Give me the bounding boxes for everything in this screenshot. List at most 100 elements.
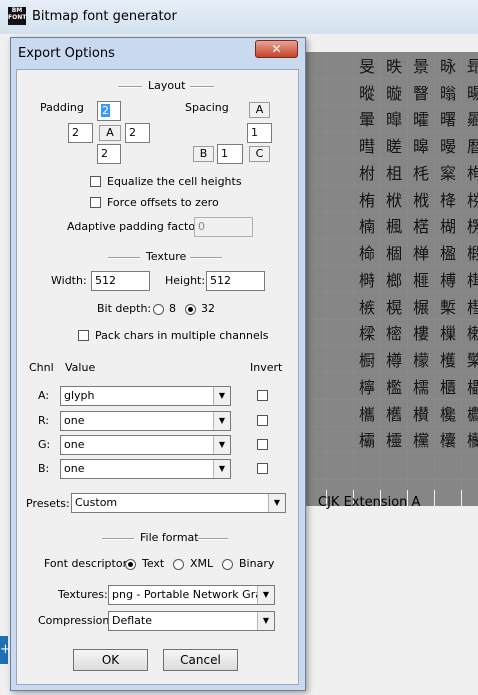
textures-select[interactable]: png - Portable Network Graphics ▼ [108, 585, 275, 605]
glyph-cell[interactable]: 暈 [354, 105, 380, 132]
expand-handle[interactable]: + [0, 636, 11, 664]
channel-b-select[interactable]: one ▼ [60, 459, 231, 479]
glyph-cell[interactable]: 柎 [354, 159, 380, 185]
glyph-cell[interactable]: 栯 [354, 185, 380, 212]
glyph-cell[interactable] [327, 319, 353, 346]
glyph-cell[interactable] [435, 480, 461, 506]
glyph-cell[interactable] [327, 239, 353, 265]
descriptor-xml-radio[interactable] [173, 559, 184, 570]
close-button[interactable]: ✕ [255, 40, 298, 58]
glyph-cell[interactable]: 柤 [381, 159, 407, 185]
glyph-cell[interactable]: 曤 [408, 105, 434, 132]
channel-r-select[interactable]: one ▼ [60, 411, 231, 431]
channel-a-select[interactable]: glyph ▼ [60, 386, 231, 406]
channel-g-select[interactable]: one ▼ [60, 435, 231, 455]
glyph-cell[interactable]: 椧 [354, 239, 380, 265]
glyph-cell[interactable]: 櫕 [408, 399, 434, 426]
glyph-cell[interactable]: 昳 [381, 52, 407, 78]
glyph-cell[interactable]: 楛 [408, 212, 434, 239]
glyph-cell[interactable] [462, 480, 478, 506]
glyph-cell[interactable]: 景 [408, 52, 434, 78]
glyph-cell[interactable]: 瞖 [408, 78, 434, 105]
glyph-cell[interactable]: 暳 [354, 132, 380, 158]
glyph-cell[interactable]: 枆 [408, 159, 434, 185]
glyph-cell[interactable] [327, 373, 353, 399]
glyph-cell[interactable]: 暦 [462, 132, 478, 158]
glyph-cell[interactable]: 榑 [435, 266, 461, 292]
glyph-cell[interactable]: 栿 [381, 185, 407, 212]
glyph-cell[interactable]: 旻 [354, 52, 380, 78]
descriptor-text-radio[interactable] [125, 559, 136, 570]
glyph-cell[interactable] [462, 453, 478, 479]
glyph-cell[interactable]: 檠 [462, 346, 478, 372]
glyph-cell[interactable]: 欍 [381, 399, 407, 426]
glyph-cell[interactable]: 暥 [435, 132, 461, 158]
bit-depth-32-radio[interactable] [185, 304, 196, 315]
glyph-cell[interactable]: 楞 [462, 212, 478, 239]
glyph-cell[interactable]: 槧 [435, 292, 461, 319]
descriptor-binary-radio[interactable] [222, 559, 233, 570]
glyph-cell[interactable]: 櫃 [435, 373, 461, 399]
glyph-cell[interactable]: 暰 [354, 78, 380, 105]
glyph-cell[interactable] [408, 453, 434, 479]
glyph-cell[interactable]: 欗 [462, 426, 478, 453]
glyph-cell[interactable]: 檸 [354, 373, 380, 399]
glyph-cell[interactable]: 欓 [408, 426, 434, 453]
channel-r-invert-checkbox[interactable] [257, 415, 268, 426]
glyph-cell[interactable]: 樑 [354, 319, 380, 346]
glyph-cell[interactable]: 榔 [381, 266, 407, 292]
glyph-cell[interactable]: 梤 [462, 185, 478, 212]
glyph-cell[interactable]: 橱 [354, 346, 380, 372]
glyph-cell[interactable] [327, 52, 353, 78]
glyph-cell[interactable]: 暤 [408, 132, 434, 158]
glyph-cell[interactable] [327, 426, 353, 453]
glyph-cell[interactable] [327, 266, 353, 292]
glyph-cell[interactable]: 櫑 [462, 373, 478, 399]
padding-left-input[interactable]: 2 [68, 123, 93, 143]
glyph-cell[interactable]: 椫 [408, 239, 434, 265]
glyph-cell[interactable]: 檻 [381, 373, 407, 399]
glyph-cell[interactable]: 楓 [381, 212, 407, 239]
force-offsets-checkbox[interactable] [90, 197, 101, 208]
glyph-cell[interactable] [327, 132, 353, 158]
glyph-cell[interactable] [327, 185, 353, 212]
glyph-cell[interactable] [435, 453, 461, 479]
glyph-cell[interactable]: 暛 [381, 132, 407, 158]
glyph-cell[interactable] [327, 399, 353, 426]
glyph-cell[interactable]: 栰 [408, 185, 434, 212]
cancel-button[interactable]: Cancel [163, 649, 238, 671]
glyph-cell[interactable]: 榧 [408, 266, 434, 292]
glyph-cell[interactable] [354, 453, 380, 479]
glyph-cell[interactable] [327, 78, 353, 105]
padding-up-input[interactable]: 2 [97, 101, 121, 121]
glyph-cell[interactable]: 昻 [462, 52, 478, 78]
glyph-cell[interactable]: 樓 [408, 319, 434, 346]
glyph-cell[interactable]: 檽 [408, 373, 434, 399]
glyph-cell[interactable]: 栒 [462, 159, 478, 185]
glyph-cell[interactable]: 槉 [354, 292, 380, 319]
spacing-horizontal-input[interactable]: 1 [247, 123, 272, 143]
glyph-cell[interactable] [327, 212, 353, 239]
glyph-cell[interactable]: 槥 [462, 292, 478, 319]
glyph-cell[interactable] [327, 159, 353, 185]
bit-depth-8-radio[interactable] [153, 304, 164, 315]
glyph-cell[interactable]: 暘 [462, 78, 478, 105]
glyph-cell[interactable]: 檬 [408, 346, 434, 372]
glyph-cell[interactable]: 榥 [381, 292, 407, 319]
glyph-cell[interactable]: 榯 [354, 266, 380, 292]
glyph-cell[interactable]: 昹 [435, 52, 461, 78]
glyph-cell[interactable]: 榵 [462, 266, 478, 292]
glyph-cell[interactable]: 欛 [354, 426, 380, 453]
glyph-cell[interactable]: 暶 [381, 78, 407, 105]
glyph-cell[interactable]: 樒 [381, 319, 407, 346]
glyph-cell[interactable]: 欈 [354, 399, 380, 426]
glyph-cell[interactable]: 樔 [435, 319, 461, 346]
glyph-cell[interactable]: 樕 [462, 319, 478, 346]
glyph-cell[interactable]: 曏 [462, 105, 478, 132]
glyph-cell[interactable]: 椴 [462, 239, 478, 265]
glyph-cell[interactable]: 楹 [435, 239, 461, 265]
compression-select[interactable]: Deflate ▼ [108, 611, 275, 631]
channel-g-invert-checkbox[interactable] [257, 439, 268, 450]
padding-down-input[interactable]: 2 [97, 144, 121, 164]
adaptive-padding-input[interactable]: 0 [194, 217, 253, 237]
